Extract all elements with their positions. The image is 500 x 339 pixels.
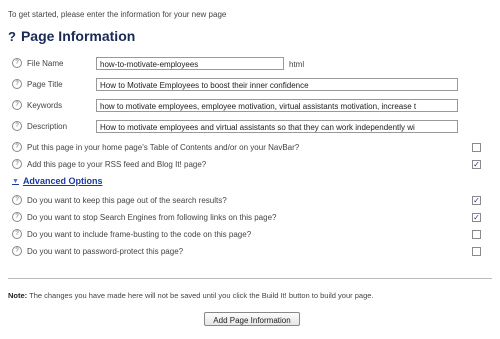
follow-links-checkbox[interactable]: ✓ [472,213,481,222]
search-results-checkbox[interactable]: ✓ [472,196,481,205]
option-toc-navbar: ? Put this page in your home page's Tabl… [12,142,299,152]
page-title-label: ? Page Title [12,79,63,89]
rss-blog-checkbox[interactable]: ✓ [472,160,481,169]
help-icon[interactable]: ? [12,58,22,68]
help-icon[interactable]: ? [12,142,22,152]
keywords-input[interactable]: how to motivate employees, employee moti… [96,99,458,112]
file-extension: html [289,60,305,69]
page-title: ? Page Information [8,28,135,44]
page-title-text: Page Information [20,28,136,44]
password-protect-checkbox[interactable] [472,247,481,256]
expand-triangle-icon: ▼ [12,177,19,185]
add-page-information-button[interactable]: Add Page Information [204,312,300,326]
note-text: Note: The changes you have made here wil… [8,291,374,300]
option-follow-links: ? Do you want to stop Search Engines fro… [12,212,276,222]
description-input[interactable]: How to motivate employees and virtual as… [96,120,458,133]
option-password-protect: ? Do you want to password-protect this p… [12,246,183,256]
help-icon[interactable]: ? [12,246,22,256]
option-rss-blog: ? Add this page to your RSS feed and Blo… [12,159,206,169]
help-icon[interactable]: ? [12,159,22,169]
frame-busting-checkbox[interactable] [472,230,481,239]
help-icon[interactable]: ? [12,229,22,239]
keywords-label: ? Keywords [12,100,62,110]
help-icon[interactable]: ? [12,212,22,222]
question-icon: ? [8,28,16,44]
page-title-input[interactable]: How to Motivate Employees to boost their… [96,78,458,91]
help-icon[interactable]: ? [12,121,22,131]
option-search-results: ? Do you want to keep this page out of t… [12,195,227,205]
intro-text: To get started, please enter the informa… [8,10,227,19]
divider [8,278,492,279]
file-name-input[interactable]: how-to-motivate-employees [96,57,284,70]
help-icon[interactable]: ? [12,79,22,89]
advanced-options-link[interactable]: ▼ Advanced Options [12,176,102,186]
help-icon[interactable]: ? [12,195,22,205]
file-name-label: ? File Name [12,58,63,68]
help-icon[interactable]: ? [12,100,22,110]
description-label: ? Description [12,121,67,131]
toc-navbar-checkbox[interactable] [472,143,481,152]
option-frame-busting: ? Do you want to include frame-busting t… [12,229,251,239]
